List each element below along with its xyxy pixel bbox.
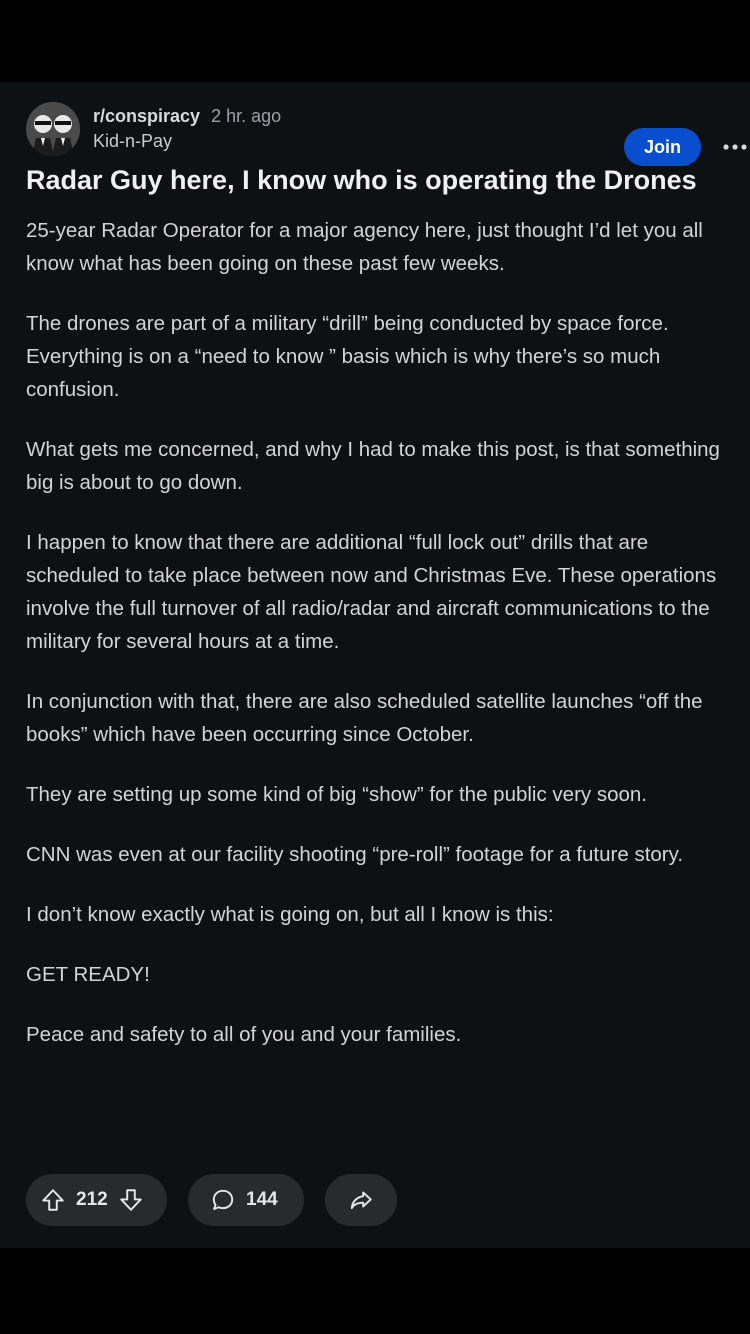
share-arrow-icon (348, 1187, 374, 1213)
post-paragraph: Peace and safety to all of you and your … (26, 1023, 462, 1046)
join-button[interactable]: Join (624, 128, 701, 166)
more-options-icon[interactable] (718, 132, 750, 162)
upvote-count: 212 (76, 1189, 108, 1210)
subreddit-name[interactable]: r/conspiracy (93, 106, 200, 126)
post-paragraph: I don’t know exactly what is going on, b… (26, 903, 554, 926)
post-card: r/conspiracy 2 hr. ago Kid-n-Pay Join Ra… (0, 82, 750, 1248)
downvote-arrow-icon[interactable] (118, 1187, 144, 1213)
post-paragraph: The drones are part of a military “drill… (26, 312, 669, 401)
comment-bubble-icon (210, 1187, 236, 1213)
post-paragraph: 25-year Radar Operator for a major agenc… (26, 219, 703, 275)
post-header: r/conspiracy 2 hr. ago Kid-n-Pay Join (26, 102, 747, 166)
post-paragraph: GET READY! (26, 963, 150, 986)
post-paragraph: What gets me concerned, and why I had to… (26, 438, 720, 494)
post-paragraph: CNN was even at our facility shooting “p… (26, 843, 684, 866)
post-paragraph: In conjunction with that, there are also… (26, 690, 703, 746)
comment-count: 144 (246, 1189, 278, 1210)
subreddit-avatar[interactable] (26, 102, 80, 156)
post-paragraph: They are setting up some kind of big “sh… (26, 783, 648, 806)
share-button[interactable] (325, 1174, 397, 1226)
post-author[interactable]: Kid-n-Pay (93, 128, 281, 154)
post-actions: 212 144 (26, 1174, 726, 1226)
post-body: 25-year Radar Operator for a major agenc… (26, 214, 726, 1078)
vote-bar: 212 (26, 1174, 167, 1226)
post-title[interactable]: Radar Guy here, I know who is operating … (26, 162, 726, 198)
upvote-arrow-icon[interactable] (40, 1187, 66, 1213)
post-paragraph: I happen to know that there are addition… (26, 531, 717, 653)
post-meta: r/conspiracy 2 hr. ago Kid-n-Pay (93, 104, 281, 154)
post-time: 2 hr. ago (211, 106, 282, 126)
comments-button[interactable]: 144 (188, 1174, 304, 1226)
